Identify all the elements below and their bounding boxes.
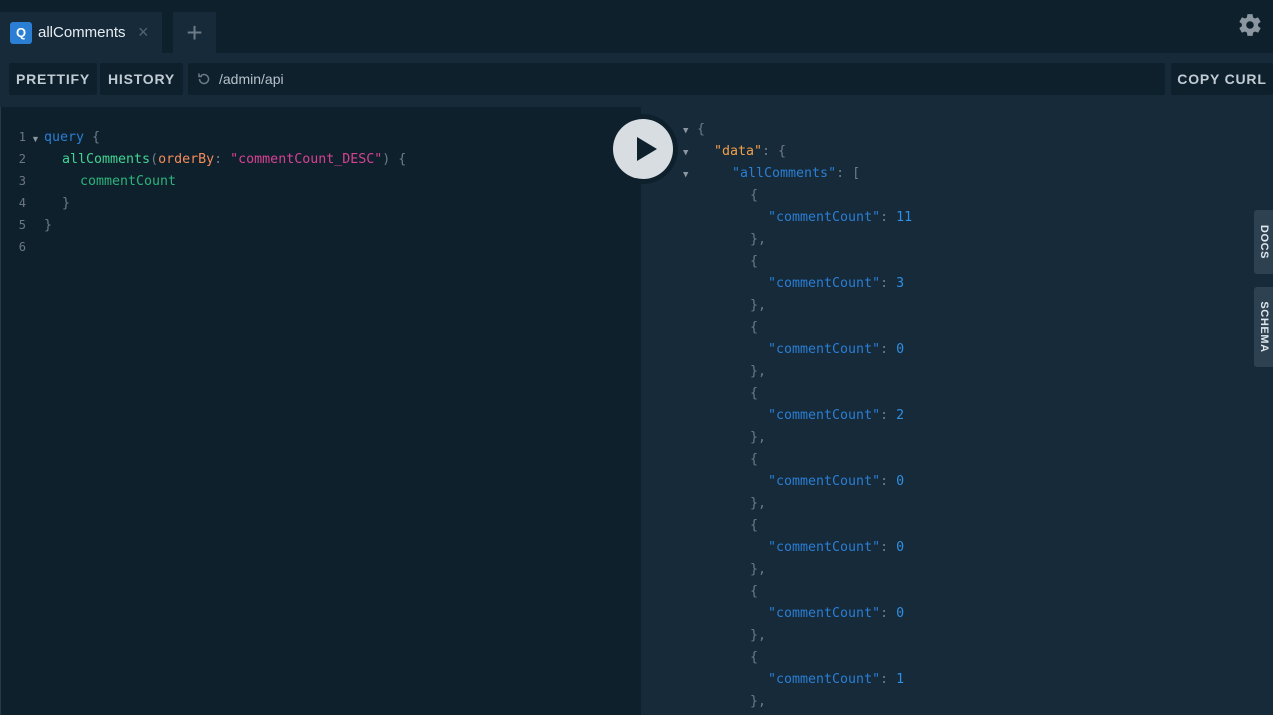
json-object-open: { (750, 386, 759, 401)
comment-count-value: 0 (896, 342, 905, 357)
json-object-close: }, (750, 628, 767, 643)
json-object-open: { (750, 320, 759, 335)
schema-tab[interactable]: SCHEMA (1254, 287, 1273, 367)
brace: { (398, 152, 407, 167)
brace: { (92, 130, 101, 145)
tab-allcomments[interactable]: Q allComments × (0, 12, 162, 53)
comment-count-value: 3 (896, 276, 905, 291)
json-entry: "commentCount": 0 (768, 540, 905, 555)
json-object-close: }, (750, 298, 767, 313)
docs-tab-label: DOCS (1257, 224, 1270, 260)
json-object-close: }, (750, 562, 767, 577)
reload-icon[interactable] (196, 71, 212, 87)
comment-count-value: 0 (896, 606, 905, 621)
json-key: "data" (714, 144, 763, 159)
json-object-open: { (750, 650, 759, 665)
paren: ( (150, 152, 159, 167)
code-line-4: } (62, 196, 70, 211)
json-object-close: }, (750, 364, 767, 379)
json-object-open: { (750, 254, 759, 269)
endpoint-url: /admin/api (219, 71, 284, 87)
json-object-open: { (750, 584, 759, 599)
json-object-open: { (750, 518, 759, 533)
endpoint-input[interactable]: /admin/api (188, 63, 1165, 95)
line-number: 2 (18, 152, 26, 166)
fold-arrow-icon[interactable]: ▼ (683, 126, 688, 136)
json-line: "data": { (714, 144, 787, 159)
tab-bar: Q allComments × + (0, 0, 1273, 53)
comment-count-value: 0 (896, 474, 905, 489)
code-line-3: commentCount (80, 174, 176, 189)
json-key: "commentCount" (768, 606, 881, 621)
json-object-close: }, (750, 232, 767, 247)
query-keyword: query (44, 130, 85, 145)
copy-curl-button[interactable]: COPY CURL (1171, 63, 1273, 95)
json-key: "allComments" (732, 166, 837, 181)
colon: : (214, 152, 223, 167)
json-key: "commentCount" (768, 342, 881, 357)
line-number: 5 (18, 218, 26, 232)
json-key: "commentCount" (768, 408, 881, 423)
query-editor[interactable]: 1 2 3 4 5 6 ▼ query { allComments(orderB… (0, 107, 641, 715)
brace: } (62, 196, 71, 211)
json-line: "allComments": [ (732, 166, 861, 181)
json-key: "commentCount" (768, 210, 881, 225)
comment-count-value: 0 (896, 540, 905, 555)
comment-count-value: 2 (896, 408, 905, 423)
line-number: 4 (18, 196, 26, 210)
arg-value: "commentCount_DESC" (230, 152, 383, 167)
json-object-open: { (750, 452, 759, 467)
json-object-close: }, (750, 430, 767, 445)
line-number: 3 (18, 174, 26, 188)
json-key: "commentCount" (768, 540, 881, 555)
json-entry: "commentCount": 0 (768, 606, 905, 621)
add-tab-button[interactable]: + (173, 12, 216, 53)
tab-title: allComments (38, 24, 126, 41)
json-object-close: }, (750, 694, 767, 709)
fold-arrow-icon[interactable]: ▼ (683, 170, 688, 180)
json-key: "commentCount" (768, 474, 881, 489)
close-icon[interactable]: × (138, 22, 149, 42)
fold-arrow-icon[interactable]: ▼ (683, 148, 688, 158)
paren: ) (382, 152, 391, 167)
json-object-close: }, (750, 496, 767, 511)
code-line-1: query { (44, 130, 100, 145)
right-strip (1253, 107, 1273, 715)
json-entry: "commentCount": 2 (768, 408, 905, 423)
schema-tab-label: SCHEMA (1257, 301, 1270, 353)
json-entry: "commentCount": 1 (768, 672, 905, 687)
brace: } (44, 218, 53, 233)
arg-name: orderBy (158, 152, 215, 167)
fold-arrow-icon[interactable]: ▼ (31, 134, 40, 144)
query-badge-icon: Q (10, 22, 32, 44)
line-number: 1 (18, 130, 26, 144)
code-line-2: allComments(orderBy: "commentCount_DESC"… (62, 152, 406, 167)
result-pane[interactable]: ▼ ▼ ▼ { "data": { "allComments": [ { "com… (641, 107, 1253, 715)
inner-field: commentCount (80, 174, 177, 189)
play-icon (637, 137, 657, 161)
field-name: allComments (62, 152, 151, 167)
comment-count-value: 11 (896, 210, 913, 225)
comment-count-value: 1 (896, 672, 905, 687)
json-entry: "commentCount": 3 (768, 276, 905, 291)
code-line-5: } (44, 218, 52, 233)
json-key: "commentCount" (768, 672, 881, 687)
json-entry: "commentCount": 0 (768, 342, 905, 357)
docs-tab[interactable]: DOCS (1254, 210, 1273, 274)
run-button[interactable] (613, 119, 673, 179)
json-entry: "commentCount": 11 (768, 210, 913, 225)
history-button[interactable]: HISTORY (100, 63, 183, 95)
line-number: 6 (18, 240, 26, 254)
json-brace: { (697, 122, 706, 137)
json-object-open: { (750, 188, 759, 203)
json-key: "commentCount" (768, 276, 881, 291)
prettify-button[interactable]: PRETTIFY (9, 63, 97, 95)
toolbar: PRETTIFY HISTORY /admin/api COPY CURL (0, 53, 1273, 107)
run-button-ring (608, 114, 678, 184)
gear-icon[interactable] (1237, 12, 1263, 38)
json-entry: "commentCount": 0 (768, 474, 905, 489)
